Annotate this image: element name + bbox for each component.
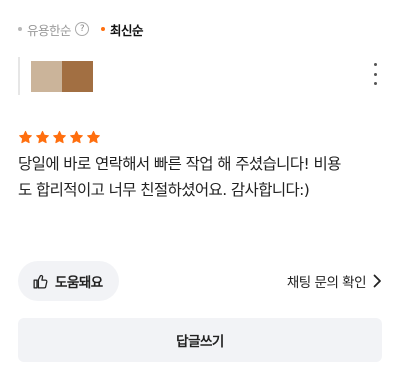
star-icon (70, 130, 83, 144)
sort-dot (18, 27, 22, 31)
reply-button-label: 답글쓰기 (176, 334, 224, 350)
star-icon (36, 130, 49, 144)
more-dot (373, 72, 377, 76)
chat-inquiry-label: 채팅 문의 확인 (286, 275, 367, 291)
helpful-button[interactable]: 도움돼요 (18, 261, 119, 301)
helpful-button-label: 도움돼요 (55, 275, 103, 291)
profile-edge (18, 57, 20, 95)
star-icon (19, 130, 32, 144)
more-vertical-icon[interactable] (366, 61, 384, 87)
reviewer-profile[interactable] (18, 57, 98, 95)
more-dot (373, 82, 377, 85)
thumbs-up-icon (33, 274, 48, 289)
reply-button[interactable]: 답글쓰기 (18, 318, 382, 362)
sort-bar: 유용한순 ? 최신순 (18, 19, 144, 39)
profile-image (31, 60, 93, 92)
sort-option-useful[interactable]: 유용한순 ? (18, 20, 90, 39)
sort-option-latest[interactable]: 최신순 (101, 20, 144, 39)
sort-dot-active (101, 27, 106, 31)
star-icon (53, 130, 66, 144)
chat-inquiry-link[interactable]: 채팅 문의 확인 (287, 268, 382, 294)
review-text: 당일에 바로 연락해서 빠른 작업 해 주셨습니다! 비용 도 합리적이고 너무… (18, 155, 341, 199)
sort-option-useful-label: 유용한순 (27, 22, 72, 38)
star-icon (87, 130, 100, 144)
profile-image-left (31, 60, 62, 92)
profile-image-right (62, 60, 93, 92)
chevron-right-icon (373, 274, 381, 288)
question-circle-icon[interactable]: ? (75, 22, 90, 36)
more-dot (373, 63, 377, 66)
rating-stars (18, 130, 101, 145)
sort-option-latest-label: 최신순 (110, 22, 144, 38)
